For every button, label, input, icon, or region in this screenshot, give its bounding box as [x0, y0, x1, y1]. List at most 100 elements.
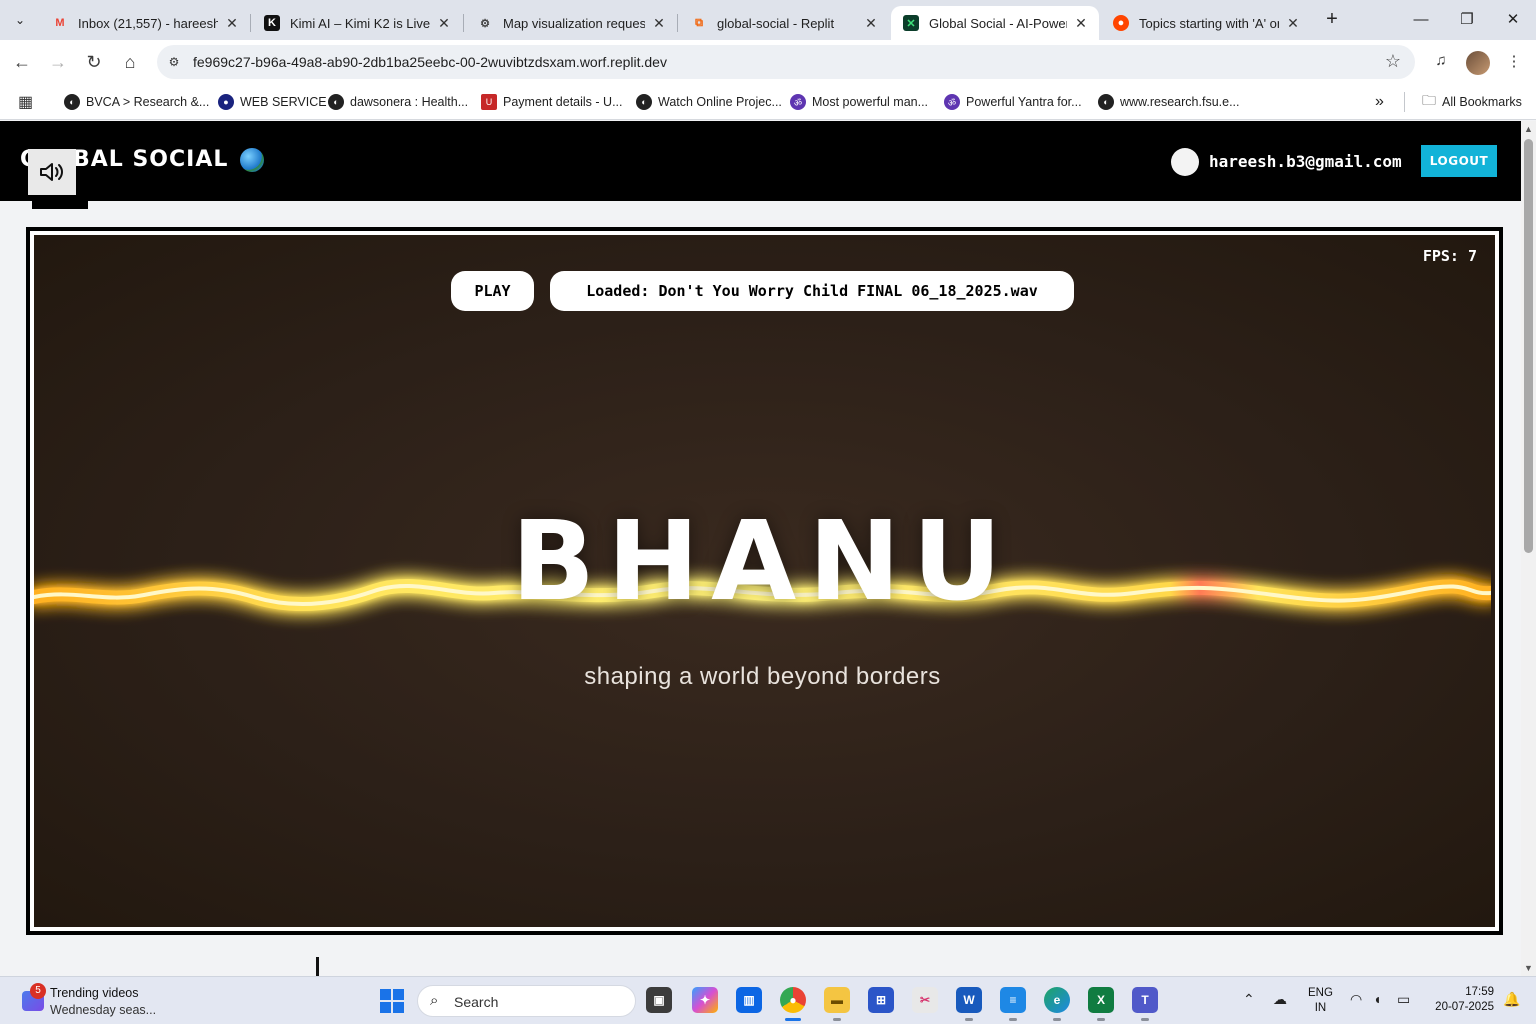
- language-indicator[interactable]: ENG IN: [1308, 986, 1333, 1016]
- bookmark-star-icon[interactable]: ☆: [1385, 51, 1401, 72]
- volume-icon[interactable]: ◖: [1373, 991, 1381, 1007]
- tab-kimi[interactable]: K Kimi AI – Kimi K2 is Live ✕: [252, 6, 462, 40]
- bookmark-label: Most powerful man...: [812, 95, 929, 109]
- site-settings-icon[interactable]: ⚙: [165, 53, 183, 71]
- notifications-bell-icon[interactable]: 🔔: [1503, 991, 1520, 1008]
- system-clock[interactable]: 17:59 20-07-2025: [1430, 985, 1494, 1015]
- bookmark-label: Powerful Yantra for...: [966, 95, 1082, 109]
- address-bar[interactable]: ⚙ fe969c27-b96a-49a8-ab90-2db1ba25eebc-0…: [157, 45, 1415, 79]
- snipping-tool-icon[interactable]: ✂: [912, 987, 938, 1013]
- windows-start-icon[interactable]: [380, 989, 404, 1013]
- bookmark-item[interactable]: ◐ Watch Online Projec...: [636, 92, 782, 112]
- close-icon[interactable]: ✕: [863, 15, 879, 32]
- page-viewport: GLOBAL SOCIAL hareesh.b3@gmail.com LOGOU…: [0, 121, 1521, 976]
- speaker-icon: [40, 163, 63, 181]
- apps-grid-icon[interactable]: ▦: [18, 92, 33, 112]
- new-tab-plus-icon[interactable]: +: [1320, 8, 1344, 32]
- bookmark-item[interactable]: ॐ Most powerful man...: [790, 92, 928, 112]
- bookmark-item[interactable]: ◐ www.research.fsu.e...: [1098, 92, 1240, 112]
- bookmark-label: BVCA > Research &...: [86, 95, 210, 109]
- chatgpt-icon: ⚙: [480, 17, 490, 30]
- site-header: GLOBAL SOCIAL hareesh.b3@gmail.com LOGOU…: [0, 121, 1521, 201]
- browser-toolbar: ← → ↻ ⌂ ⚙ fe969c27-b96a-49a8-ab90-2db1ba…: [0, 40, 1536, 84]
- hero-title: BHANU: [511, 497, 1014, 625]
- onedrive-cloud-icon[interactable]: ☁: [1273, 991, 1287, 1008]
- logout-button[interactable]: LOGOUT: [1421, 145, 1497, 177]
- bookmark-label: www.research.fsu.e...: [1120, 95, 1240, 109]
- word-icon[interactable]: W: [956, 987, 982, 1013]
- url-text[interactable]: fe969c27-b96a-49a8-ab90-2db1ba25eebc-00-…: [193, 54, 667, 70]
- minimize-icon[interactable]: —: [1406, 8, 1436, 32]
- news-widget[interactable]: 5 Trending videos Wednesday seas...: [18, 983, 218, 1019]
- bookmark-item[interactable]: ● WEB SERVICE: [218, 92, 327, 112]
- more-bookmarks-chevron-icon[interactable]: »: [1375, 92, 1384, 112]
- bookmark-item[interactable]: ◐ BVCA > Research &...: [64, 92, 209, 112]
- close-icon[interactable]: ✕: [224, 15, 240, 32]
- clock-date: 20-07-2025: [1435, 1001, 1494, 1013]
- task-view-icon[interactable]: ▣: [646, 987, 672, 1013]
- profile-avatar[interactable]: [1466, 51, 1490, 75]
- media-controls-icon[interactable]: ♫: [1430, 52, 1452, 74]
- app-indicator: [1141, 1018, 1149, 1021]
- bookmark-item[interactable]: ॐ Powerful Yantra for...: [944, 92, 1082, 112]
- menu-kebab-icon[interactable]: ⋮: [1503, 52, 1525, 74]
- close-icon[interactable]: ✕: [1285, 15, 1301, 32]
- windows-taskbar: 5 Trending videos Wednesday seas... ⌕ Se…: [0, 976, 1536, 1024]
- scrollbar-thumb[interactable]: [1524, 139, 1533, 553]
- back-arrow-icon[interactable]: ←: [10, 50, 34, 74]
- reload-icon[interactable]: ↻: [82, 50, 106, 74]
- bookmarks-bar: ▦ ◐ BVCA > Research &... ● WEB SERVICE ◐…: [0, 84, 1536, 120]
- notepad-icon[interactable]: ≡: [1000, 987, 1026, 1013]
- excel-icon[interactable]: X: [1088, 987, 1114, 1013]
- tab-reddit[interactable]: ● Topics starting with 'A' on ✕: [1101, 6, 1311, 40]
- trello-icon[interactable]: ▥: [736, 987, 762, 1013]
- language-region: IN: [1314, 1002, 1327, 1014]
- play-button[interactable]: PLAY: [451, 271, 534, 311]
- search-icon: ⌕: [430, 992, 439, 1009]
- user-email: hareesh.b3@gmail.com: [1209, 152, 1402, 171]
- bookmark-item[interactable]: ◐ dawsonera : Health...: [328, 92, 468, 112]
- tab-global-social[interactable]: ✕ Global Social - AI-Powered ✕: [891, 6, 1099, 40]
- edge-icon[interactable]: e: [1044, 987, 1070, 1013]
- page-scrollbar[interactable]: ▲ ▼: [1521, 121, 1536, 976]
- close-icon[interactable]: ✕: [651, 15, 667, 32]
- wifi-icon[interactable]: ◠: [1350, 991, 1362, 1008]
- tab-title: Topics starting with 'A' on: [1139, 15, 1279, 31]
- tab-replit[interactable]: ⧉ global-social - Replit ✕: [679, 6, 889, 40]
- tab-title: Kimi AI – Kimi K2 is Live: [290, 15, 430, 31]
- language-code: ENG: [1308, 987, 1333, 999]
- globe-icon: ◐: [1098, 94, 1114, 110]
- bookmark-label: Watch Online Projec...: [658, 95, 782, 109]
- close-icon[interactable]: ✕: [1073, 15, 1089, 32]
- tab-title: Global Social - AI-Powered: [929, 15, 1067, 31]
- tab-gmail[interactable]: M Inbox (21,557) - hareesh.b3 ✕: [40, 6, 250, 40]
- sound-toggle-button[interactable]: [28, 149, 76, 195]
- restore-icon[interactable]: ❐: [1452, 8, 1482, 32]
- reddit-icon: ●: [1113, 15, 1129, 31]
- close-icon[interactable]: ✕: [436, 15, 452, 32]
- scroll-up-arrow-icon[interactable]: ▲: [1523, 124, 1534, 134]
- copilot-icon[interactable]: ✦: [692, 987, 718, 1013]
- replit-icon: ⧉: [695, 16, 703, 29]
- taskbar-search[interactable]: ⌕ Search: [417, 985, 636, 1017]
- bookmark-label: dawsonera : Health...: [350, 95, 469, 109]
- scroll-down-arrow-icon[interactable]: ▼: [1523, 963, 1534, 973]
- show-hidden-icons-chevron-icon[interactable]: ⌃: [1243, 991, 1255, 1008]
- teams-icon[interactable]: T: [1132, 987, 1158, 1013]
- window-close-icon[interactable]: ✕: [1498, 8, 1528, 32]
- home-icon[interactable]: ⌂: [118, 50, 142, 74]
- bookmark-item[interactable]: U Payment details - U...: [481, 92, 623, 112]
- chrome-icon[interactable]: ●: [780, 987, 806, 1013]
- globe-icon: ◐: [64, 94, 80, 110]
- tab-chatgpt[interactable]: ⚙ Map visualization request ✕: [465, 6, 677, 40]
- tab-search-chevron-icon[interactable]: ⌄: [6, 6, 34, 34]
- battery-icon[interactable]: ▭: [1397, 991, 1410, 1008]
- store-icon[interactable]: ⊞: [868, 987, 894, 1013]
- forward-arrow-icon[interactable]: →: [46, 50, 70, 74]
- user-avatar[interactable]: [1171, 148, 1199, 176]
- text-cursor-mark: [316, 957, 319, 976]
- bookmark-label: Payment details - U...: [503, 95, 623, 109]
- file-explorer-icon[interactable]: ▬: [824, 987, 850, 1013]
- visualizer-canvas[interactable]: FPS: 7 PLAY Loaded: Don't You Worry Chil…: [34, 235, 1495, 927]
- all-bookmarks[interactable]: 🗀 All Bookmarks: [1422, 92, 1522, 112]
